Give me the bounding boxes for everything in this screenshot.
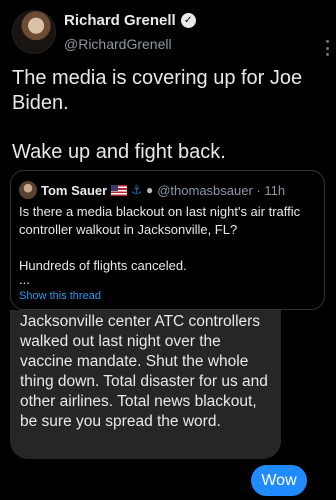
quoted-handle-time: @thomasbsauer · 11h — [157, 182, 286, 198]
us-flag-icon — [111, 184, 128, 196]
quoted-avatar[interactable] — [19, 181, 37, 199]
author-handle[interactable]: @RichardGrenell — [64, 36, 172, 52]
tweet-line-1: The media is covering up for Joe Biden. — [12, 67, 303, 114]
author-name[interactable]: Richard Grenell — [64, 12, 176, 29]
more-options-icon[interactable] — [326, 40, 330, 56]
bomb-icon: ● — [145, 183, 154, 197]
anchor-icon: ⚓ — [131, 183, 142, 197]
outgoing-message-bubble: Wow — [251, 465, 307, 496]
quoted-tweet-card[interactable]: Tom Sauer ⚓ ● @thomasbsauer · 11h Is the… — [10, 170, 325, 310]
quoted-tweet-header: Tom Sauer ⚓ ● @thomasbsauer · 11h — [19, 181, 285, 199]
incoming-message-bubble: Jacksonville center ATC controllers walk… — [10, 310, 281, 459]
author-name-row: Richard Grenell ✓ — [64, 12, 196, 29]
quoted-author-name: Tom Sauer — [41, 182, 108, 198]
tweet-body: The media is covering up for Joe Biden. … — [12, 66, 322, 165]
verified-badge-icon: ✓ — [180, 13, 196, 28]
quoted-text-1: Is there a media blackout on last night'… — [19, 204, 301, 237]
author-avatar[interactable] — [12, 10, 56, 54]
show-thread-link[interactable]: Show this thread — [19, 290, 101, 302]
quoted-tweet-text: Is there a media blackout on last night'… — [19, 203, 317, 289]
tweet-line-2: Wake up and fight back. — [12, 141, 226, 163]
